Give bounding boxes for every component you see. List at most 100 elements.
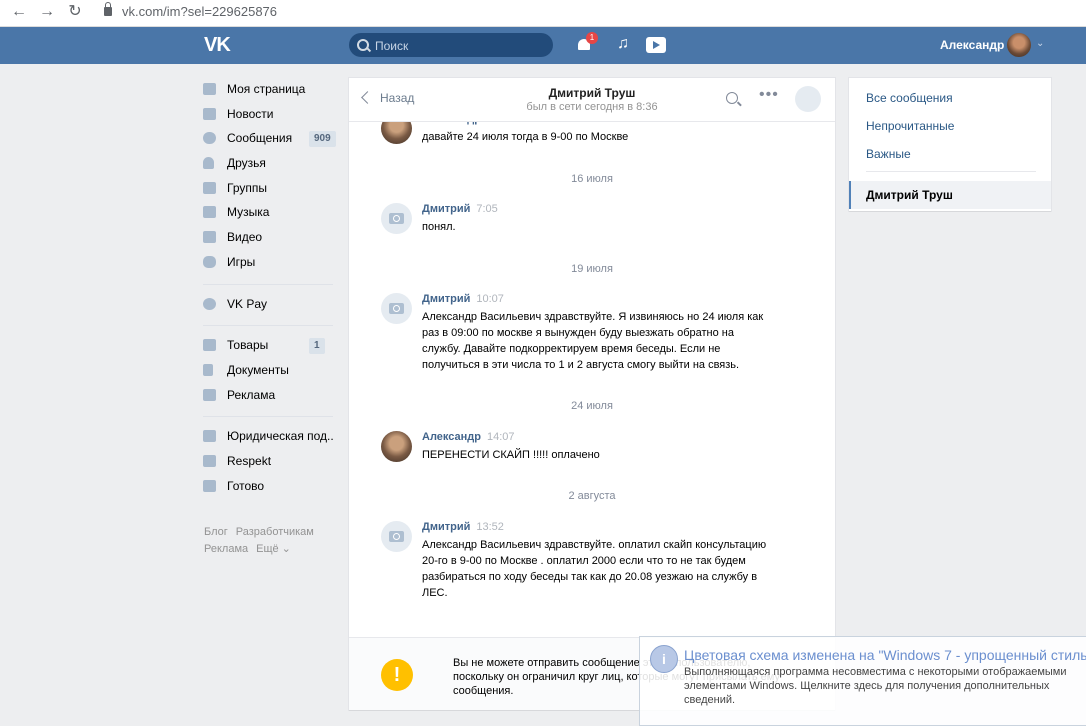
author-name[interactable]: Дмитрий: [422, 521, 470, 533]
message-time: 10:07: [476, 293, 504, 305]
menu-item-group-gotovo[interactable]: Готово: [203, 475, 338, 500]
users-icon: [203, 479, 216, 492]
filter-all-messages[interactable]: Все сообщения: [866, 91, 953, 105]
vk-pay-icon: [203, 297, 216, 310]
menu-item-messages[interactable]: Сообщения 909: [203, 127, 338, 152]
footer-link-developers[interactable]: Разработчикам: [236, 526, 314, 538]
menu-divider: [203, 416, 333, 418]
left-footer-links: Блог Разработчикам Реклама Ещё ⌄: [204, 524, 344, 558]
header-user-name[interactable]: Александр: [940, 38, 1004, 52]
home-icon: [203, 83, 216, 95]
message-time: 7:05: [476, 203, 498, 215]
menu-item-groups[interactable]: Группы: [203, 177, 338, 202]
url-text: vk.com/im?sel=229625876: [122, 4, 278, 19]
megaphone-icon: [203, 388, 216, 401]
reload-icon[interactable]: ↻: [66, 3, 84, 21]
author-name[interactable]: Дмитрий: [422, 203, 470, 215]
menu-item-ads[interactable]: Реклама: [203, 384, 338, 409]
chat-panel: Александр14:28 давайте 24 июля тогда в 9…: [349, 78, 835, 710]
gamepad-icon: [203, 255, 216, 268]
filter-unread[interactable]: Непрочитанные: [866, 119, 954, 133]
menu-item-news[interactable]: Новости: [203, 103, 338, 128]
back-arrow-icon[interactable]: ←: [10, 3, 28, 21]
menu-item-group-legal[interactable]: Юридическая под..: [203, 425, 338, 450]
message-time: 13:52: [476, 521, 504, 533]
avatar[interactable]: [381, 431, 412, 462]
menu-divider: [203, 325, 333, 327]
message-text: Александр Васильевич здравствуйте. Я изв…: [422, 311, 764, 371]
panel-divider: [866, 171, 1036, 172]
more-icon[interactable]: •••: [759, 86, 779, 104]
user-icon: [203, 157, 214, 170]
author-name[interactable]: Александр: [422, 431, 481, 443]
menu-item-vk-pay[interactable]: VK Pay: [203, 293, 338, 318]
message-time: 14:07: [486, 431, 515, 443]
search-icon[interactable]: [726, 92, 738, 104]
notification-text: Выполняющаяся программа несовместима с н…: [684, 666, 1067, 706]
filter-important[interactable]: Важные: [866, 147, 911, 161]
notifications-badge: 1: [586, 32, 598, 44]
notifications-button[interactable]: 1: [577, 32, 598, 51]
footer-link-blog[interactable]: Блог: [204, 526, 228, 538]
footer-link-ads[interactable]: Реклама: [204, 543, 248, 555]
bag-icon: [203, 339, 216, 352]
video-icon: [203, 231, 216, 244]
camera-icon[interactable]: [381, 521, 412, 552]
message-author: Дмитрий 13:52: [422, 521, 504, 533]
message-history[interactable]: Александр14:28 давайте 24 июля тогда в 9…: [349, 113, 835, 636]
date-separator: 24 июля: [571, 400, 613, 412]
camera-icon[interactable]: [381, 293, 412, 324]
message-text: ПЕРЕНЕСТИ СКАЙП !!!!! оплачено: [422, 449, 600, 461]
users-icon: [203, 430, 216, 443]
menu-item-documents[interactable]: Документы: [203, 359, 338, 384]
chat-header: Назад Дмитрий Труш был в сети сегодня в …: [349, 78, 835, 122]
date-separator: 16 июля: [571, 173, 613, 185]
warning-icon: !: [381, 659, 413, 691]
peer-avatar[interactable]: [795, 86, 821, 112]
footer-link-more[interactable]: Ещё ⌄: [256, 543, 291, 555]
message-icon: [203, 132, 216, 145]
menu-item-friends[interactable]: Друзья: [203, 152, 338, 177]
search-input[interactable]: [373, 33, 547, 59]
menu-item-my-page[interactable]: Моя страница: [203, 78, 338, 103]
users-icon: [203, 454, 216, 467]
message-text: понял.: [422, 221, 456, 233]
chevron-down-icon[interactable]: ⌄: [1036, 38, 1044, 49]
play-icon[interactable]: [646, 37, 666, 53]
music-note-icon[interactable]: ♫: [617, 35, 629, 53]
news-icon: [203, 107, 216, 120]
music-icon: [203, 206, 216, 219]
goods-count-badge: 1: [309, 338, 325, 355]
menu-item-games[interactable]: Игры: [203, 251, 338, 276]
search-icon: [357, 39, 369, 51]
address-bar[interactable]: vk.com/im?sel=229625876: [104, 2, 278, 19]
message-author: Александр 14:07: [422, 431, 515, 443]
author-name[interactable]: Дмитрий: [422, 293, 470, 305]
menu-item-group-respekt[interactable]: Respekt: [203, 450, 338, 475]
message-text: Александр Васильевич здравствуйте. оплат…: [422, 539, 767, 599]
message-author: Дмитрий 10:07: [422, 293, 504, 305]
menu-item-music[interactable]: Музыка: [203, 201, 338, 226]
message-author: Дмитрий 7:05: [422, 203, 498, 215]
forward-arrow-icon[interactable]: →: [38, 3, 56, 21]
info-icon: i: [650, 645, 678, 673]
vk-logo[interactable]: VK: [204, 35, 234, 55]
menu-divider: [203, 283, 333, 285]
date-separator: 19 июля: [571, 263, 613, 275]
active-conversation-name: Дмитрий Труш: [866, 188, 953, 202]
windows-notification[interactable]: i Цветовая схема изменена на "Windows 7 …: [639, 636, 1086, 726]
date-separator: 2 августа: [568, 490, 616, 502]
header-avatar[interactable]: [1007, 33, 1031, 57]
browser-toolbar: ← → ↻ vk.com/im?sel=229625876: [0, 0, 1086, 27]
active-conversation[interactable]: Дмитрий Труш: [849, 181, 1051, 209]
menu-item-goods[interactable]: Товары 1: [203, 334, 338, 359]
camera-icon[interactable]: [381, 203, 412, 234]
users-icon: [203, 181, 216, 194]
message-text: давайте 24 июля тогда в 9-00 по Москве: [422, 131, 629, 143]
site-header: VK 1 ♫ Александр ⌄: [0, 27, 1086, 64]
notification-title: Цветовая схема изменена на "Windows 7 - …: [684, 647, 1086, 663]
document-icon: [203, 363, 213, 376]
search-box[interactable]: [349, 33, 553, 59]
conversations-filter-panel: Все сообщения Непрочитанные Важные Дмитр…: [849, 78, 1051, 211]
menu-item-video[interactable]: Видео: [203, 226, 338, 251]
